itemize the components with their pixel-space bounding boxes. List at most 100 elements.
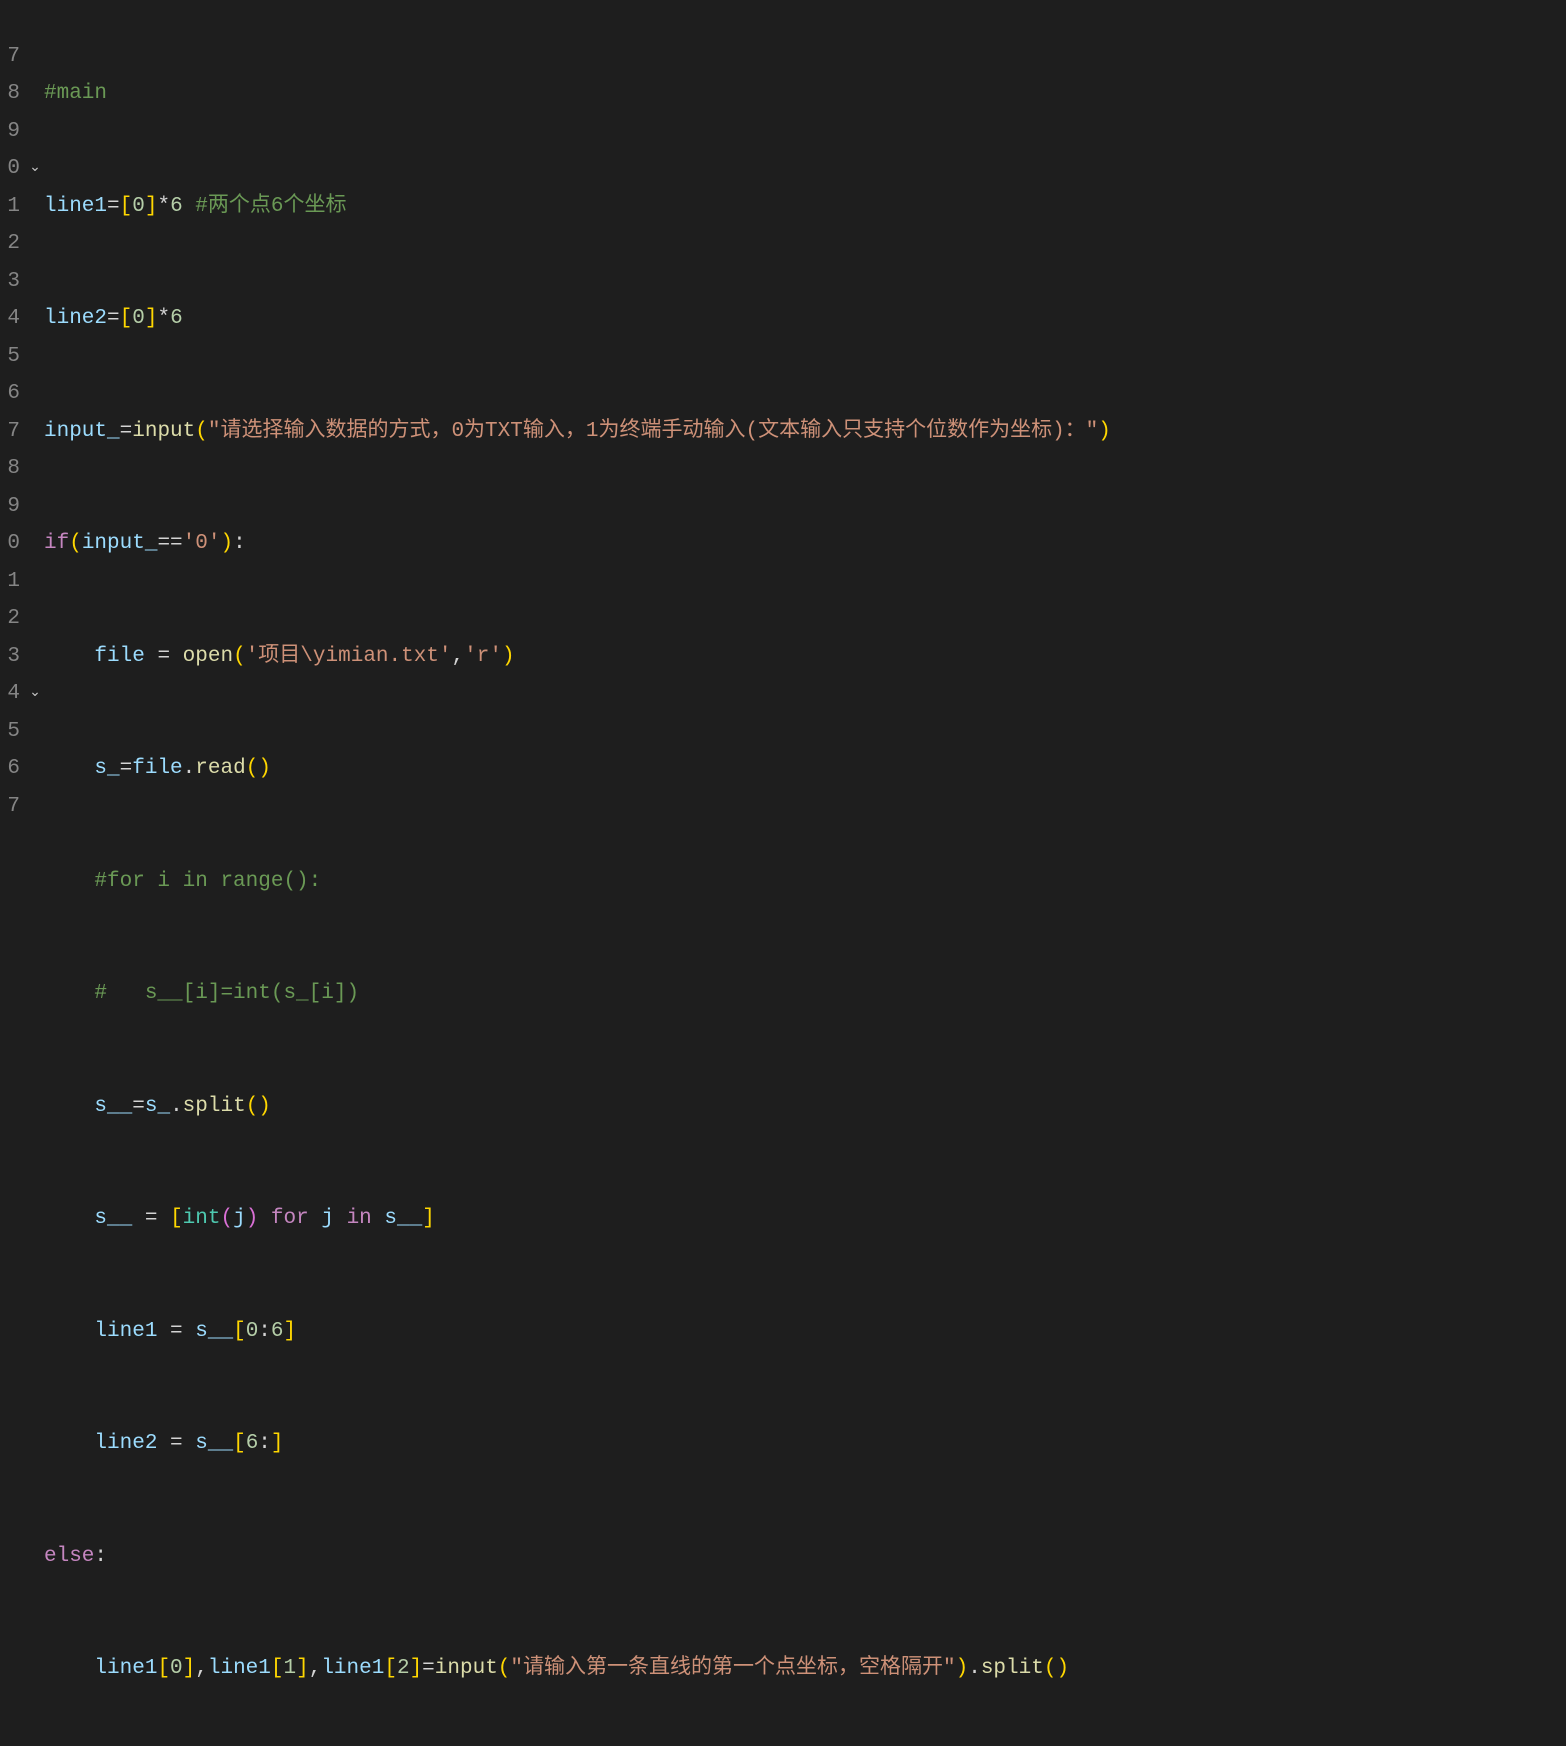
chevron-down-icon[interactable]: ⌄ bbox=[26, 150, 44, 188]
bracket: ] bbox=[422, 1207, 435, 1230]
fold-cell bbox=[26, 263, 44, 301]
bracket: [ bbox=[233, 1320, 246, 1343]
code-line[interactable]: input_=input("请选择输入数据的方式，0为TXT输入，1为终端手动输… bbox=[44, 413, 1566, 451]
number: 0 bbox=[132, 195, 145, 218]
colon: : bbox=[94, 1545, 107, 1568]
operator: = bbox=[170, 1432, 183, 1455]
comment: #两个点6个坐标 bbox=[183, 195, 347, 218]
line-number-gutter: 7 8 9 0 1 2 3 4 5 6 7 8 9 0 1 2 3 4 5 6 … bbox=[0, 0, 26, 873]
paren: ( bbox=[233, 645, 246, 668]
fold-cell bbox=[26, 563, 44, 601]
dot: . bbox=[170, 1095, 183, 1118]
keyword: in bbox=[347, 1207, 372, 1230]
variable: s__ bbox=[195, 1432, 233, 1455]
comma: , bbox=[309, 1657, 322, 1680]
operator: = bbox=[170, 1320, 183, 1343]
chevron-down-icon[interactable]: ⌄ bbox=[26, 675, 44, 713]
function: input bbox=[435, 1657, 498, 1680]
line-number: 3 bbox=[0, 638, 20, 676]
code-editor[interactable]: 7 8 9 0 1 2 3 4 5 6 7 8 9 0 1 2 3 4 5 6 … bbox=[0, 0, 1566, 873]
indent bbox=[44, 1320, 94, 1343]
number: 6 bbox=[246, 1432, 259, 1455]
operator: = bbox=[132, 1095, 145, 1118]
string: '项目\yimian.txt' bbox=[246, 645, 452, 668]
fold-cell bbox=[26, 450, 44, 488]
paren: ( bbox=[195, 420, 208, 443]
operator: * bbox=[157, 195, 170, 218]
line-number: 6 bbox=[0, 750, 20, 788]
variable: input_ bbox=[44, 420, 120, 443]
variable: line1 bbox=[94, 1657, 157, 1680]
bracket: ] bbox=[284, 1320, 297, 1343]
fold-cell bbox=[26, 188, 44, 226]
operator: = bbox=[145, 1207, 158, 1230]
line-number: 0 bbox=[0, 150, 20, 188]
bracket: ] bbox=[145, 195, 158, 218]
colon: : bbox=[233, 532, 246, 555]
comment: # s__[i]=int(s_[i]) bbox=[94, 982, 359, 1005]
keyword: for bbox=[271, 1207, 309, 1230]
code-line[interactable]: else: bbox=[44, 1538, 1566, 1576]
indent bbox=[44, 1657, 94, 1680]
paren: ) bbox=[258, 757, 271, 780]
variable: s_ bbox=[145, 1095, 170, 1118]
bracket: ] bbox=[145, 307, 158, 330]
code-line[interactable]: # s__[i]=int(s_[i]) bbox=[44, 975, 1566, 1013]
line-number bbox=[0, 0, 20, 38]
number: 0 bbox=[246, 1320, 259, 1343]
number: 0 bbox=[132, 307, 145, 330]
bracket: [ bbox=[157, 1657, 170, 1680]
line-number: 6 bbox=[0, 375, 20, 413]
fold-cell bbox=[26, 525, 44, 563]
code-line[interactable]: file = open('项目\yimian.txt','r') bbox=[44, 638, 1566, 676]
code-line[interactable]: s_=file.read() bbox=[44, 750, 1566, 788]
operator: = bbox=[422, 1657, 435, 1680]
paren: ( bbox=[246, 1095, 259, 1118]
fold-cell bbox=[26, 300, 44, 338]
code-line[interactable]: #for i in range(): bbox=[44, 863, 1566, 901]
variable: s__ bbox=[195, 1320, 233, 1343]
fold-gutter: ⌄ ⌄ bbox=[26, 0, 44, 873]
operator: = bbox=[107, 195, 120, 218]
line-number: 7 bbox=[0, 413, 20, 451]
operator: = bbox=[157, 645, 170, 668]
code-area[interactable]: #main line1=[0]*6 #两个点6个坐标 line2=[0]*6 i… bbox=[44, 0, 1566, 873]
keyword: else bbox=[44, 1545, 94, 1568]
colon: : bbox=[258, 1432, 271, 1455]
variable: j bbox=[233, 1207, 246, 1230]
number: 0 bbox=[170, 1657, 183, 1680]
string: "请输入第一条直线的第一个点坐标，空格隔开" bbox=[510, 1657, 955, 1680]
bracket: [ bbox=[120, 307, 133, 330]
code-line[interactable]: if(input_=='0'): bbox=[44, 525, 1566, 563]
variable: input_ bbox=[82, 532, 158, 555]
line-number: 4 bbox=[0, 300, 20, 338]
code-line[interactable]: s__=s_.split() bbox=[44, 1088, 1566, 1126]
bracket: [ bbox=[120, 195, 133, 218]
line-number: 9 bbox=[0, 113, 20, 151]
line-number: 0 bbox=[0, 525, 20, 563]
number: 1 bbox=[284, 1657, 297, 1680]
fold-cell bbox=[26, 113, 44, 151]
bracket: ] bbox=[183, 1657, 196, 1680]
paren: ( bbox=[69, 532, 82, 555]
indent bbox=[44, 1432, 94, 1455]
code-line[interactable]: line1[0],line1[1],line1[2]=input("请输入第一条… bbox=[44, 1650, 1566, 1688]
code-line[interactable]: line2=[0]*6 bbox=[44, 300, 1566, 338]
fold-cell bbox=[26, 638, 44, 676]
fold-cell bbox=[26, 225, 44, 263]
code-line[interactable]: line1 = s__[0:6] bbox=[44, 1313, 1566, 1351]
comment: #main bbox=[44, 82, 107, 105]
code-line[interactable]: s__ = [int(j) for j in s__] bbox=[44, 1200, 1566, 1238]
code-line[interactable]: #main bbox=[44, 75, 1566, 113]
code-line[interactable]: line1=[0]*6 #两个点6个坐标 bbox=[44, 188, 1566, 226]
code-line[interactable]: line2 = s__[6:] bbox=[44, 1425, 1566, 1463]
line-number: 2 bbox=[0, 600, 20, 638]
variable: line1 bbox=[208, 1657, 271, 1680]
fold-cell bbox=[26, 38, 44, 76]
variable: file bbox=[94, 645, 144, 668]
line-number: 9 bbox=[0, 488, 20, 526]
line-number: 4 bbox=[0, 675, 20, 713]
bracket: [ bbox=[170, 1207, 183, 1230]
indent bbox=[44, 645, 94, 668]
operator: = bbox=[120, 757, 133, 780]
